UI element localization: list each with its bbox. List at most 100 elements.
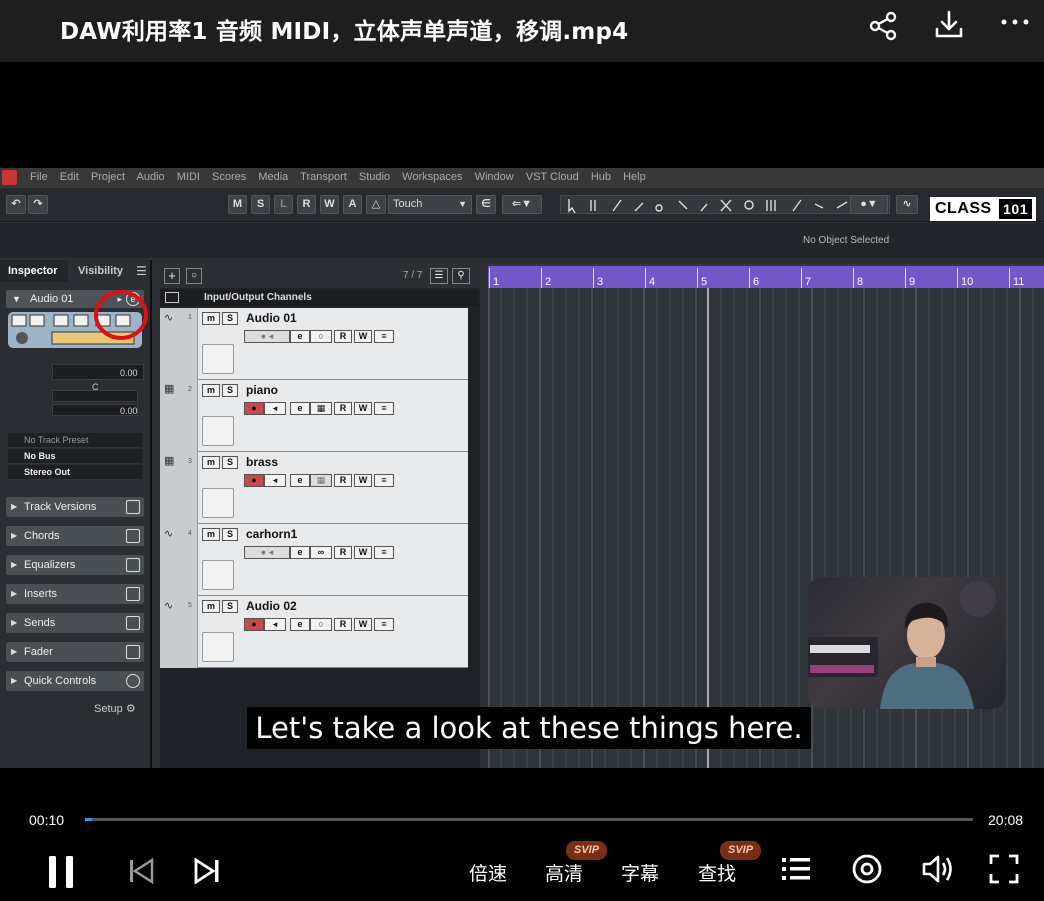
track-body: m S brass ● ◂ e ▦ R W ≡ (198, 452, 468, 524)
timeline-ruler: 1 2 3 4 5 6 7 8 9 10 11 (488, 266, 1044, 288)
track-preset-label: No Track Preset (24, 435, 89, 445)
bar-number: 1 (493, 276, 500, 288)
bar-line (749, 268, 750, 288)
edit-channel-button: e (290, 330, 310, 343)
track-body: m S carhorn1 ● ◂ e ∞ R W ≡ (198, 524, 468, 596)
mode-write: W (320, 195, 339, 214)
track-name: carhorn1 (246, 527, 298, 541)
volume-button[interactable] (920, 852, 956, 891)
input-routing: No Bus (8, 449, 142, 464)
monitor-button: ◂ (264, 618, 286, 631)
track-number: 3 ▦ (160, 452, 198, 524)
menu-item: Audio (136, 171, 165, 183)
inspector-setup: Setup ⚙ (94, 702, 136, 715)
lanes-button: ≡ (374, 330, 394, 343)
solo-button: S (222, 456, 238, 469)
fullscreen-icon (989, 854, 1019, 884)
track-name: piano (246, 383, 278, 397)
piano-keys-icon: ▦ (164, 383, 175, 395)
track-number-label: 2 (188, 386, 192, 393)
video-title: DAW利用率1 音频 MIDI，立体声单声道，移调.mp4 (60, 19, 629, 45)
midi-keys-button: ▦ (310, 474, 332, 487)
output-routing: Stereo Out (8, 465, 142, 480)
pause-button[interactable] (44, 854, 78, 895)
write-button: W (354, 618, 372, 631)
current-time: 00:10 (29, 812, 65, 828)
automation-mode-select: Touch ▼ (388, 195, 472, 214)
bar-number: 4 (649, 276, 656, 288)
track-number: 5 ∿ (160, 596, 198, 668)
read-button: R (334, 546, 352, 559)
record-button: ● ◂ (244, 330, 290, 343)
download-icon[interactable] (932, 8, 966, 42)
lanes-button: ≡ (374, 618, 394, 631)
write-button: W (354, 474, 372, 487)
share-icon[interactable] (866, 8, 900, 42)
subtitles-button[interactable]: 字幕 (621, 859, 659, 886)
menu-item: Window (474, 171, 514, 183)
edit-channel-button: e (290, 618, 310, 631)
setup-label: Setup (94, 703, 123, 715)
track-row: 1 ∿ m S Audio 01 ● ◂ e ○ R W ≡ (160, 308, 470, 380)
record-button: ● ◂ (244, 546, 290, 559)
section-icon (126, 645, 140, 659)
pan-slider (52, 390, 138, 402)
write-button: W (354, 546, 372, 559)
mode-listen: L (274, 195, 293, 214)
track-number-label: 5 (188, 602, 192, 609)
bar-line (853, 268, 854, 288)
delay-value: 0.00 (120, 406, 138, 416)
speed-button[interactable]: 倍速 (469, 859, 507, 886)
skip-previous-icon (130, 857, 154, 885)
volume-value: 0.00 (120, 368, 138, 378)
cubase-logo-icon (2, 170, 17, 185)
mode-solo: S (251, 195, 270, 214)
section-label: Sends (24, 617, 56, 629)
mute-button: m (202, 384, 220, 397)
mute-button: m (202, 312, 220, 325)
collapse-icon: ▼ (12, 294, 21, 304)
section-label: Track Versions (24, 501, 97, 513)
more-icon[interactable] (998, 8, 1032, 42)
video-subtitle: Let's take a look at these things here. (247, 707, 811, 749)
next-button[interactable] (192, 857, 222, 890)
quality-button[interactable]: 高清 (545, 859, 583, 886)
menu-item: Help (623, 171, 646, 183)
bar-number: 11 (1013, 276, 1025, 288)
section-label: Chords (24, 530, 60, 542)
track-name: brass (246, 455, 279, 469)
bar-number: 8 (857, 276, 864, 288)
tab-visibility: Visibility (78, 265, 124, 277)
menu-item: Edit (59, 171, 79, 183)
tool-strip (560, 195, 890, 214)
bar-number: 5 (701, 276, 708, 288)
volume-icon (922, 855, 952, 883)
folder-name: Input/Output Channels (204, 292, 312, 303)
target-icon (852, 854, 882, 884)
mode-read: R (297, 195, 316, 214)
bar-line (541, 268, 542, 288)
menu-item: Project (90, 171, 126, 183)
automation-icon: △ (366, 195, 386, 214)
solo-button: S (222, 528, 238, 541)
search-button[interactable]: 查找 (698, 859, 736, 886)
tab-inspector: Inspector (0, 260, 68, 282)
bar-line (489, 268, 490, 288)
playlist-icon (782, 858, 810, 880)
section-icon (126, 558, 140, 572)
track-thumbnail (202, 560, 234, 590)
section-icon (126, 529, 140, 543)
fullscreen-button[interactable] (988, 853, 1020, 890)
playlist-button[interactable] (780, 854, 812, 889)
svip-badge: SVIP (720, 841, 762, 860)
menu-item: Studio (358, 171, 391, 183)
progress-bar[interactable] (85, 818, 973, 821)
monitor-button: ◂ (264, 474, 286, 487)
track-body: m S Audio 02 ● ◂ e ○ R W ≡ (198, 596, 468, 668)
lanes-button: ≡ (374, 474, 394, 487)
bar-line (697, 268, 698, 288)
bar-line (1009, 268, 1010, 288)
section-icon (126, 587, 140, 601)
danmaku-button[interactable] (850, 852, 884, 891)
previous-button[interactable] (126, 857, 156, 890)
